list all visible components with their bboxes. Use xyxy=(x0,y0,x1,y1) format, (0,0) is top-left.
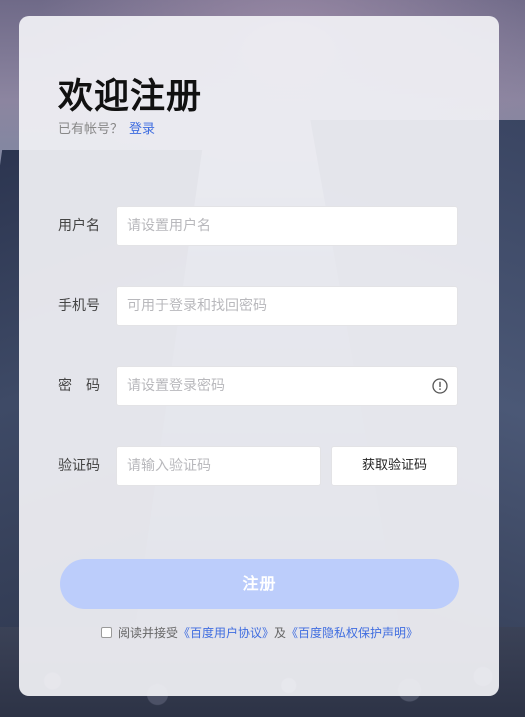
phone-label: 手机号 xyxy=(58,298,100,314)
register-card: 欢迎注册 已有帐号？ 登录 用户名 手机号 密 码 验证码 获取验证码 xyxy=(19,16,499,696)
register-button[interactable]: 注册 xyxy=(60,559,459,609)
agreement: 阅读并接受 《百度用户协议》 及 《百度隐私权保护声明》 xyxy=(101,624,418,641)
code-label: 验证码 xyxy=(58,458,100,474)
password-field-box xyxy=(116,366,458,406)
have-account-text: 已有帐号？ xyxy=(58,122,124,137)
phone-input[interactable] xyxy=(117,287,457,325)
agreement-prefix: 阅读并接受 xyxy=(118,626,179,640)
password-input[interactable] xyxy=(117,367,457,405)
phone-row: 手机号 xyxy=(19,286,499,326)
login-prompt: 已有帐号？ 登录 xyxy=(58,118,155,137)
agreement-and: 及 xyxy=(274,626,287,640)
login-link[interactable]: 登录 xyxy=(129,122,155,137)
password-row: 密 码 xyxy=(19,366,499,406)
privacy-statement-link[interactable]: 《百度隐私权保护声明》 xyxy=(286,624,418,641)
code-row: 验证码 获取验证码 xyxy=(19,446,499,486)
get-code-button[interactable]: 获取验证码 xyxy=(331,446,458,486)
info-circle-icon[interactable] xyxy=(432,378,448,394)
phone-field-box xyxy=(116,286,458,326)
password-label: 密 码 xyxy=(58,378,100,394)
user-agreement-link[interactable]: 《百度用户协议》 xyxy=(178,624,274,641)
code-input[interactable] xyxy=(117,447,320,485)
agreement-checkbox[interactable] xyxy=(101,627,112,638)
username-row: 用户名 xyxy=(19,206,499,246)
code-field-box xyxy=(116,446,321,486)
username-input[interactable] xyxy=(117,207,457,245)
username-label: 用户名 xyxy=(58,218,100,234)
page-title: 欢迎注册 xyxy=(58,77,203,117)
username-field-box xyxy=(116,206,458,246)
